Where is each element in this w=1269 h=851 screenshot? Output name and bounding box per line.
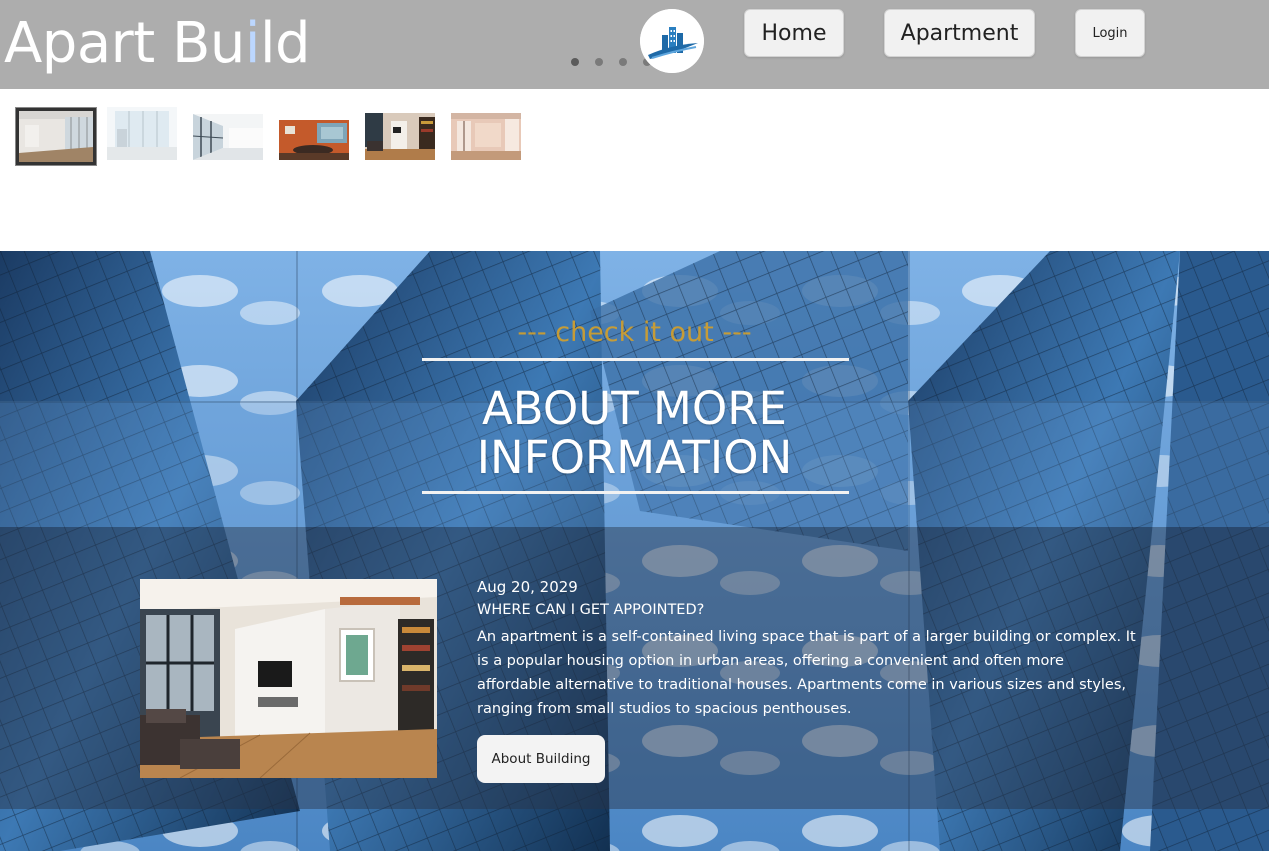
pink-bedroom-thumbnail[interactable] (451, 113, 521, 160)
headline-line-2: INFORMATION (476, 431, 793, 484)
divider-bottom (422, 491, 849, 494)
bright-window-room-thumbnail[interactable] (107, 107, 177, 160)
carousel-dot[interactable] (571, 58, 579, 66)
section-eyebrow: --- check it out --- (517, 317, 752, 348)
divider-top (422, 358, 849, 361)
brand-text-prefix: Apart Bu (4, 11, 245, 76)
headline-line-1: ABOUT MORE (482, 382, 787, 435)
login-button[interactable]: Login (1075, 9, 1145, 57)
carousel-dot[interactable] (619, 58, 627, 66)
carousel-dot[interactable] (595, 58, 603, 66)
site-header: Apart Build Home Apartment Login (0, 0, 1269, 89)
section-headline: ABOUT MORE INFORMATION (0, 384, 1269, 482)
brand-logo-text[interactable]: Apart Build (4, 11, 311, 76)
nav-home-button[interactable]: Home (744, 9, 844, 57)
post-body: An apartment is a self-contained living … (477, 629, 1136, 717)
white-corridor-thumbnail[interactable] (193, 114, 263, 160)
apartment-photo (140, 579, 437, 778)
about-building-button[interactable]: About Building (477, 735, 605, 783)
post-title: WHERE CAN I GET APPOINTED? (477, 602, 705, 618)
empty-room-thumbnail[interactable] (16, 108, 96, 165)
nav-apartment-button[interactable]: Apartment (884, 9, 1035, 57)
living-room-thumbnail[interactable] (365, 113, 435, 160)
brand-text-accent: i (244, 11, 261, 76)
building-logo-icon[interactable] (640, 9, 704, 73)
carousel-dots (571, 58, 651, 66)
post-date: Aug 20, 2029 (477, 578, 578, 596)
brand-text-suffix: ld (259, 11, 311, 76)
orange-office-thumbnail[interactable] (279, 120, 349, 160)
